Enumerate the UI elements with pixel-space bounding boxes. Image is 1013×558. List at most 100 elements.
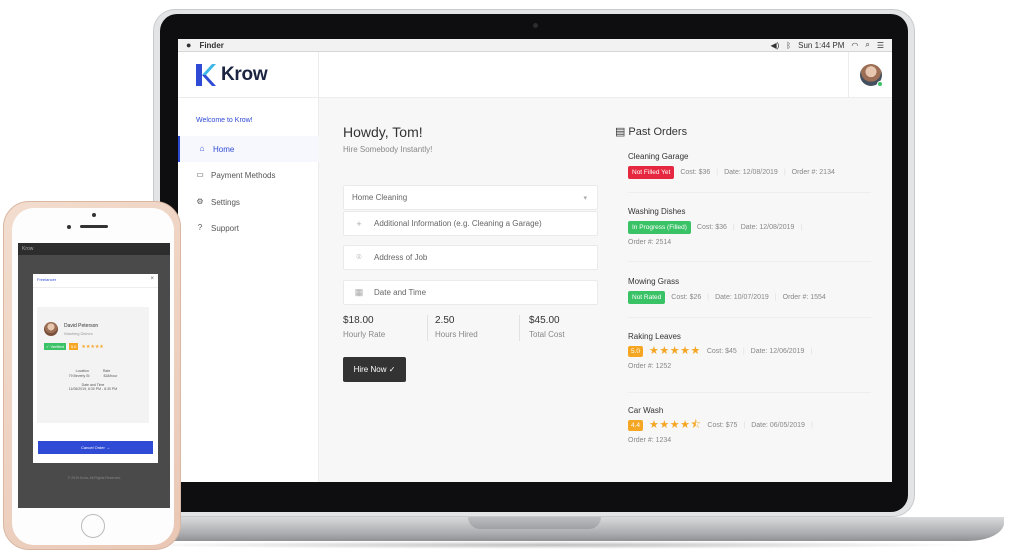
order-cost: Cost: $75 xyxy=(707,422,738,429)
tab-divider xyxy=(33,287,158,288)
meta-separator: | xyxy=(716,169,719,176)
additional-info-input[interactable]: + Additional Information (e.g. Cleaning … xyxy=(343,211,598,236)
menubar-app-name[interactable]: Finder xyxy=(199,41,223,50)
map-pin-icon: ⌾ xyxy=(356,252,362,262)
stat-hourly-rate: $18.00 Hourly Rate xyxy=(343,315,385,339)
stat-value: $18.00 xyxy=(343,315,374,326)
order-item[interactable]: Raking Leaves 5.0 ★★★★★ Cost: $45 | Date… xyxy=(628,332,868,370)
help-icon: ? xyxy=(197,223,203,232)
location-value: 79 Beverly St xyxy=(68,374,90,378)
apple-icon[interactable]: ● xyxy=(186,40,191,50)
order-cost: Cost: $36 xyxy=(696,224,727,231)
order-item[interactable]: Cleaning Garage Not Filled Yet Cost: $36… xyxy=(628,152,868,179)
phone-home-button[interactable] xyxy=(81,514,105,538)
status-badge: Not Filled Yet xyxy=(628,166,675,179)
volume-icon[interactable]: ◀︎) xyxy=(770,41,779,50)
datetime-value: 11/08/2019, 6:30 PM - 8:30 PM xyxy=(68,387,118,391)
stat-total-cost: $45.00 Total Cost xyxy=(529,315,565,339)
rating-badge: 4.4 xyxy=(628,420,644,431)
wifi-icon[interactable]: ◠ xyxy=(851,41,858,50)
rating-badge: 5.0 xyxy=(68,343,79,350)
tab-freelancer[interactable]: Freelancer xyxy=(37,277,56,282)
sidebar-item-settings[interactable]: ⚙ Settings xyxy=(178,189,319,215)
order-name: Raking Leaves xyxy=(628,332,681,341)
close-icon[interactable]: × xyxy=(150,276,154,282)
page-title: Howdy, Tom! xyxy=(343,124,423,140)
meta-separator: | xyxy=(732,224,735,231)
laptop-screen: ● Finder ◀︎) ᛒ Sun 1:44 PM ◠ ⌕ ☰ Krow We… xyxy=(178,39,892,482)
order-item[interactable]: Mowing Grass Not Rated Cost: $26 | Date:… xyxy=(628,277,868,304)
sidebar-item-home[interactable]: ⌂ Home xyxy=(178,136,319,162)
search-icon[interactable]: ⌕ xyxy=(865,40,869,50)
order-cost: Cost: $45 xyxy=(706,348,737,355)
address-input[interactable]: ⌾ Address of Job xyxy=(343,245,598,270)
stat-divider xyxy=(427,315,428,341)
location-label: Location xyxy=(75,369,89,373)
meta-separator: | xyxy=(743,422,746,429)
order-number: Order #: 2514 xyxy=(628,239,672,246)
past-orders-heading: Past Orders xyxy=(628,125,688,138)
meta-separator: | xyxy=(783,169,786,176)
stat-value: 2.50 xyxy=(435,315,455,326)
menubar-clock[interactable]: Sun 1:44 PM xyxy=(798,41,844,50)
credit-card-icon: ▭ xyxy=(196,170,204,179)
order-name: Mowing Grass xyxy=(628,277,680,286)
date-time-input[interactable]: ▦ Date and Time xyxy=(343,280,598,305)
freelancer-tags: ✓ Verified 5.0 ★★★★★ xyxy=(44,343,104,350)
cancel-order-button[interactable]: Cancel Order → xyxy=(38,441,153,454)
phone-screen: Krow Freelancer × David Peterson Washing… xyxy=(18,243,170,508)
order-divider xyxy=(628,317,871,318)
avatar[interactable] xyxy=(859,64,883,87)
service-select-value: Home Cleaning xyxy=(352,193,408,202)
address-placeholder: Address of Job xyxy=(374,253,428,262)
online-status-dot xyxy=(876,81,883,87)
user-menu[interactable] xyxy=(848,52,892,98)
order-date: Date: 12/08/2019 xyxy=(740,224,795,231)
order-date: Date: 10/07/2019 xyxy=(715,294,769,301)
gear-icon: ⚙ xyxy=(196,197,204,206)
calendar-icon: ▦ xyxy=(354,287,364,297)
rating-badge: 5.0 xyxy=(628,346,644,357)
verified-badge: ✓ Verified xyxy=(44,343,66,350)
phone-brand: Krow xyxy=(22,246,34,252)
order-name: Washing Dishes xyxy=(628,207,686,216)
sidebar-item-payment-methods[interactable]: ▭ Payment Methods xyxy=(178,162,319,188)
order-divider xyxy=(628,261,871,262)
laptop-notch xyxy=(468,517,601,529)
stat-label: Hours Hired xyxy=(435,330,478,339)
freelancer-card: David Peterson Washing Dishes ✓ Verified… xyxy=(37,307,149,423)
stat-hours-hired: 2.50 Hours Hired xyxy=(435,315,478,339)
bluetooth-icon[interactable]: ᛒ xyxy=(786,41,791,50)
menu-icon[interactable]: ☰ xyxy=(877,41,884,50)
phone-footer: © 2019 Krow, All Rights Reserved xyxy=(67,476,121,480)
avatar xyxy=(44,322,58,336)
order-date: Date: 12/08/2019 xyxy=(724,169,778,176)
stat-value: $45.00 xyxy=(529,315,560,326)
order-divider xyxy=(628,192,871,193)
order-name: Car Wash xyxy=(628,406,664,415)
chevron-down-icon: ▾ xyxy=(583,194,587,202)
order-item[interactable]: Washing Dishes In Progress (Filled) Cost… xyxy=(628,207,868,246)
status-badge: Not Rated xyxy=(628,291,666,304)
brand-logo[interactable]: Krow xyxy=(178,52,319,98)
hire-now-button[interactable]: Hire Now ✓ xyxy=(343,357,406,382)
rate-label: Rate xyxy=(102,369,111,373)
phone-camera xyxy=(92,213,96,217)
sidebar-item-support[interactable]: ? Support xyxy=(178,215,319,241)
order-item[interactable]: Car Wash 4.4 ★★★★⯪ Cost: $75 | Date: 06/… xyxy=(628,406,868,444)
service-select[interactable]: Home Cleaning ▾ xyxy=(343,185,598,210)
order-number: Order #: 2134 xyxy=(791,169,835,176)
date-time-placeholder: Date and Time xyxy=(374,288,427,297)
sidebar-item-label: Home xyxy=(213,144,235,154)
camera xyxy=(533,23,538,28)
freelancer-modal: Freelancer × David Peterson Washing Dish… xyxy=(33,274,158,463)
stat-divider xyxy=(519,315,520,341)
phone-speaker xyxy=(80,225,108,228)
additional-info-placeholder: Additional Information (e.g. Cleaning a … xyxy=(374,219,542,228)
meta-separator: | xyxy=(810,422,813,429)
order-name: Cleaning Garage xyxy=(628,152,689,161)
sidebar-item-label: Support xyxy=(211,223,240,233)
freelancer-name: David Peterson xyxy=(64,323,99,329)
krow-logo-icon xyxy=(196,64,216,86)
sidebar: Welcome to Krow! ⌂ Home ▭ Payment Method… xyxy=(178,98,319,482)
